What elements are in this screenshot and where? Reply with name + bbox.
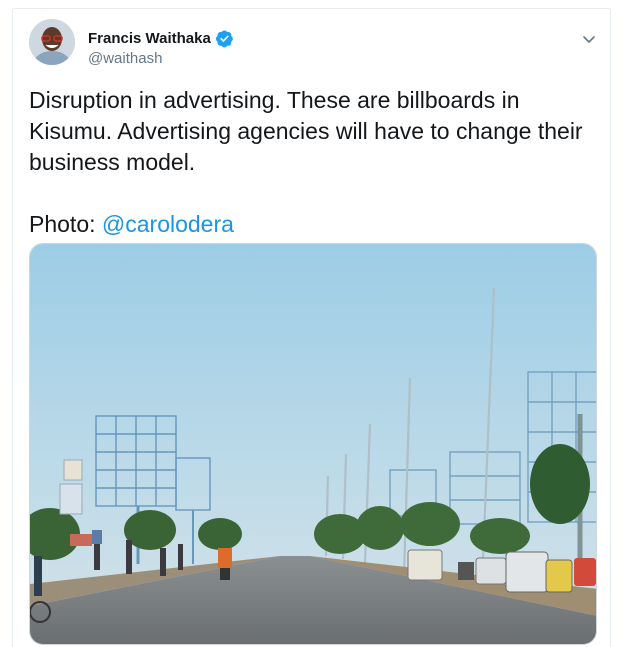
avatar-photo [29,19,75,65]
user-handle[interactable]: @waithash [88,50,234,67]
tweet-media-photo[interactable] [29,243,597,645]
verified-badge-icon [215,29,234,48]
mention-link[interactable]: @carolodera [102,211,234,237]
photo-credit: Photo: @carolodera [29,209,599,240]
tweet-body: Disruption in advertising. These are bil… [29,87,583,175]
author-info[interactable]: Francis Waithaka @waithash [88,29,234,67]
avatar[interactable] [29,19,75,65]
tweet-header: Francis Waithaka @waithash [29,19,599,71]
street-billboards-photo [30,244,596,644]
display-name[interactable]: Francis Waithaka [88,30,211,47]
photo-credit-prefix: Photo: [29,211,102,237]
tweet-text: Disruption in advertising. These are bil… [29,85,599,240]
chevron-down-icon[interactable] [579,29,599,49]
tweet-card: Francis Waithaka @waithash Disruption in… [12,8,611,647]
